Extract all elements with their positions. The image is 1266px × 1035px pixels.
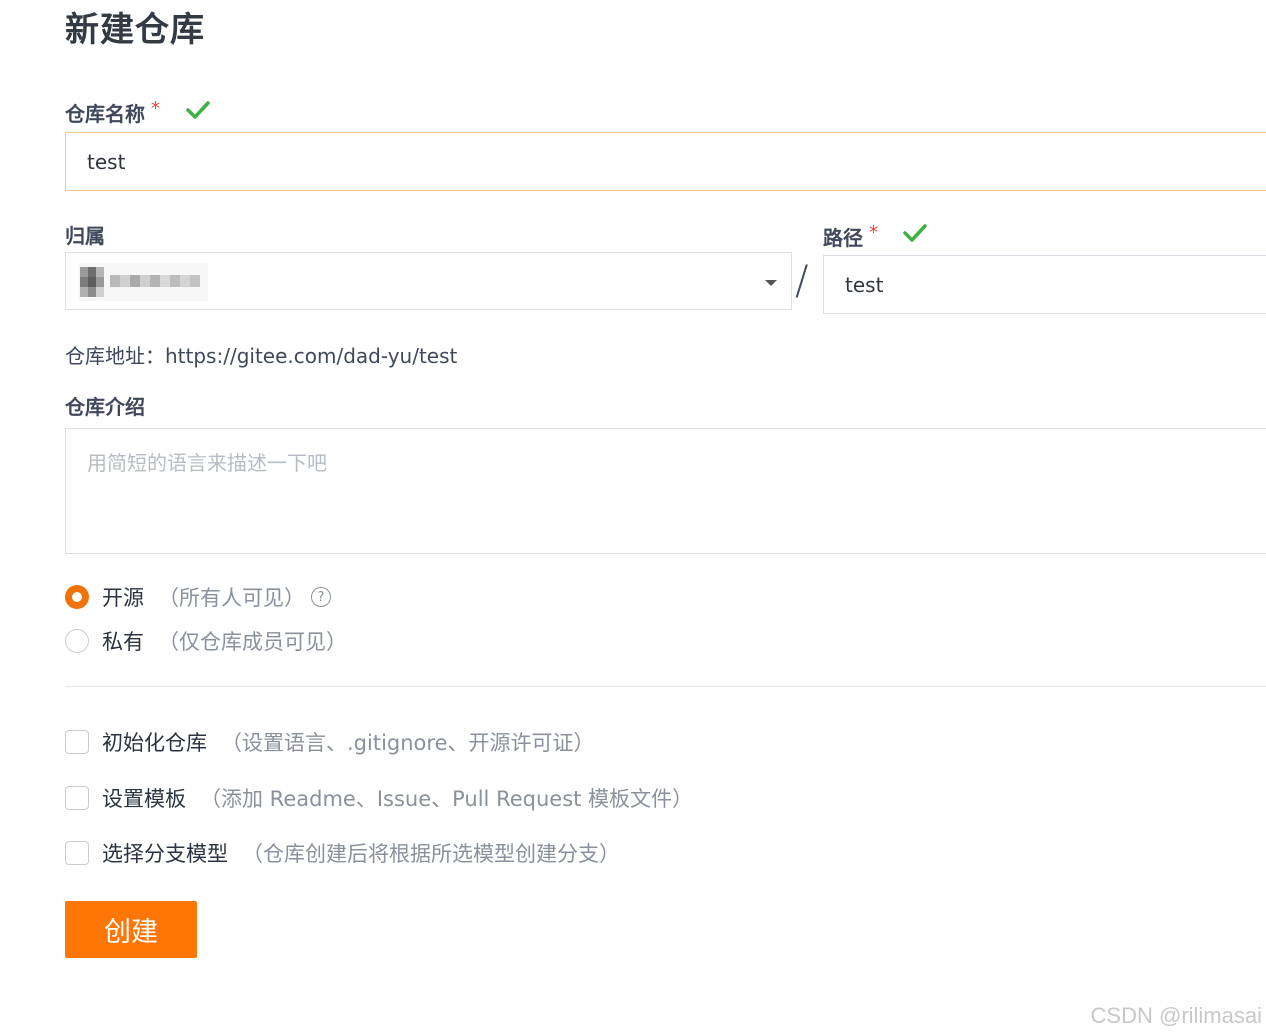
option-template[interactable]: 设置模板 （添加 Readme、Issue、Pull Request 模板文件） — [65, 783, 693, 813]
repo-name-input[interactable]: test — [65, 132, 1266, 191]
repo-address: 仓库地址：https://gitee.com/dad-yu/test — [65, 340, 457, 369]
description-placeholder: 用简短的语言来描述一下吧 — [87, 451, 327, 475]
description-label: 仓库介绍 — [65, 395, 145, 419]
path-label: 路径 * — [823, 222, 878, 251]
radio-public[interactable] — [65, 585, 89, 609]
watermark: CSDN @rilimasai — [1090, 1003, 1262, 1028]
page-title: 新建仓库 — [65, 10, 205, 50]
repo-name-label-text: 仓库名称 — [65, 102, 145, 126]
radio-private-label: 私有 — [102, 630, 144, 654]
option-branch-model-label: 选择分支模型 — [102, 842, 228, 866]
option-init-repo-label: 初始化仓库 — [102, 731, 207, 755]
check-icon — [903, 224, 927, 242]
required-mark: * — [151, 98, 160, 119]
path-separator: / — [795, 258, 809, 304]
divider — [65, 686, 1266, 687]
repo-address-prefix: 仓库地址： — [65, 344, 165, 368]
owner-label: 归属 — [65, 224, 105, 248]
path-value: test — [845, 272, 884, 297]
create-button[interactable]: 创建 — [65, 901, 197, 958]
radio-public-label: 开源 — [102, 586, 144, 610]
description-textarea[interactable]: 用简短的语言来描述一下吧 — [65, 428, 1266, 554]
visibility-public-option[interactable]: 开源 （所有人可见） ? — [65, 582, 331, 612]
path-input[interactable]: test — [823, 255, 1266, 314]
radio-private-hint: （仅仓库成员可见） — [158, 630, 347, 654]
chevron-down-icon[interactable] — [765, 280, 777, 286]
checkbox-template[interactable] — [65, 786, 89, 810]
option-template-hint: （添加 Readme、Issue、Pull Request 模板文件） — [200, 787, 694, 811]
owner-select[interactable] — [65, 252, 792, 310]
option-branch-model-hint: （仓库创建后将根据所选模型创建分支） — [242, 842, 620, 866]
required-mark: * — [869, 222, 878, 243]
option-branch-model[interactable]: 选择分支模型 （仓库创建后将根据所选模型创建分支） — [65, 838, 620, 868]
checkbox-branch-model[interactable] — [65, 841, 89, 865]
checkbox-init-repo[interactable] — [65, 730, 89, 754]
help-icon[interactable]: ? — [311, 587, 331, 607]
option-init-repo[interactable]: 初始化仓库 （设置语言、.gitignore、开源许可证） — [65, 727, 595, 757]
check-icon — [186, 101, 210, 119]
radio-public-hint: （所有人可见） — [158, 586, 305, 610]
path-label-text: 路径 — [823, 226, 863, 250]
repo-address-url: https://gitee.com/dad-yu/test — [165, 344, 458, 368]
option-init-repo-hint: （设置语言、.gitignore、开源许可证） — [221, 731, 595, 755]
repo-name-label: 仓库名称 * — [65, 98, 160, 127]
option-template-label: 设置模板 — [102, 787, 186, 811]
visibility-private-option[interactable]: 私有 （仅仓库成员可见） — [65, 626, 347, 656]
radio-private[interactable] — [65, 629, 89, 653]
repo-name-value: test — [87, 149, 126, 174]
owner-avatar — [78, 263, 208, 301]
